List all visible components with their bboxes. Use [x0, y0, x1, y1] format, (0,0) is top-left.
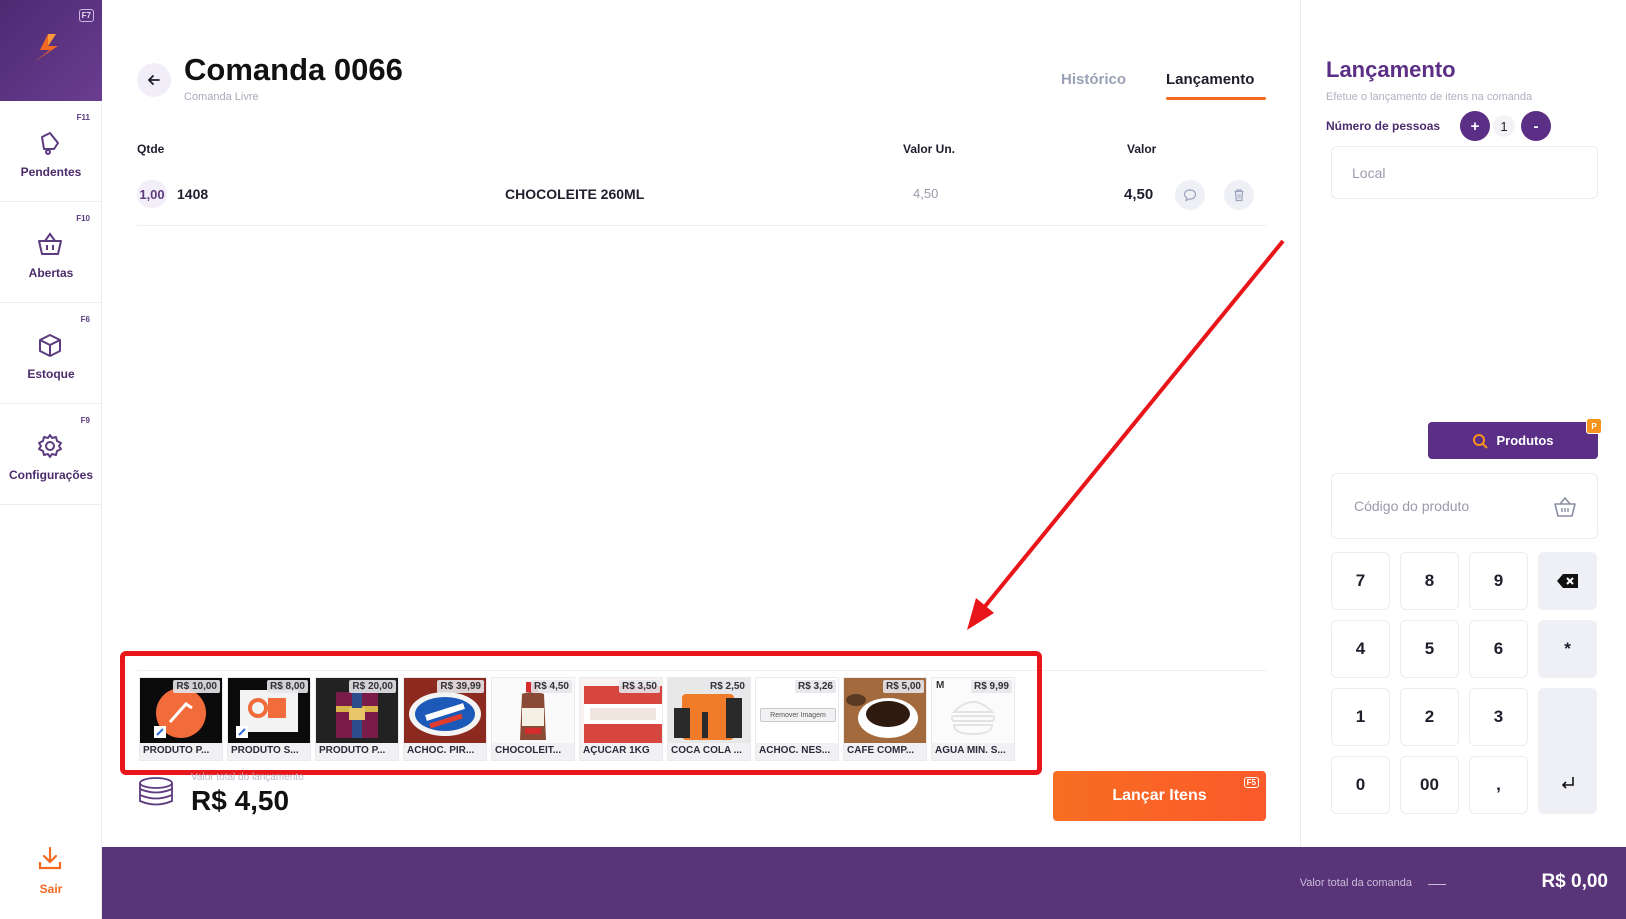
nav-label: Configurações: [8, 468, 93, 482]
keypad-5[interactable]: 5: [1400, 620, 1459, 678]
product-code-field[interactable]: Código do produto: [1331, 473, 1598, 539]
products-button[interactable]: Produtos P: [1428, 418, 1602, 459]
basket-icon[interactable]: [1553, 495, 1577, 519]
item-value: 4,50: [1124, 186, 1154, 203]
nav-abertas[interactable]: F10 Abertas: [0, 202, 102, 303]
launch-label: Lançar Itens: [1112, 787, 1207, 804]
shortcut-key: F6: [80, 315, 90, 324]
coins-icon: [139, 777, 173, 806]
enter-icon: [1561, 777, 1574, 789]
nav-label: Estoque: [27, 367, 75, 381]
people-label: Número de pessoas: [1326, 119, 1441, 133]
search-icon: [1473, 433, 1489, 449]
launch-items-button[interactable]: Lançar Itens F5: [1053, 771, 1266, 821]
gear-icon: [38, 434, 62, 458]
nav-configuracoes[interactable]: F9 Configurações: [0, 404, 102, 505]
arrow-left-icon: [147, 75, 160, 85]
keypad-1[interactable]: 1: [1331, 688, 1390, 746]
table-row[interactable]: 1,00 1408 CHOCOLEITE 260ML 4,50 4,50: [137, 172, 1267, 226]
panel-subtitle: Efetue o lançamento de itens na comanda: [1326, 91, 1533, 103]
annotation-highlight-box: [120, 651, 1042, 775]
shortcut-key: F10: [76, 214, 90, 223]
tab-lancamento[interactable]: Lançamento: [1166, 71, 1254, 88]
shortcut-key: F7: [78, 9, 94, 22]
column-header-value: Valor: [1127, 142, 1157, 156]
backspace-icon: [1556, 574, 1578, 588]
keypad-8[interactable]: 8: [1400, 552, 1459, 610]
decrease-people-button[interactable]: -: [1521, 111, 1551, 141]
nav-estoque[interactable]: F6 Estoque: [0, 303, 102, 404]
box-icon: [39, 334, 61, 357]
qty-badge[interactable]: 1,00: [137, 180, 167, 208]
total-label: Valor total do lançamento: [191, 772, 304, 783]
product-name: CHOCOLEITE 260ML: [505, 186, 645, 202]
comanda-total-value: R$ 0,00: [1541, 871, 1608, 892]
keypad-comma[interactable]: ,: [1469, 756, 1528, 814]
trash-icon: [1234, 189, 1244, 202]
keypad-7[interactable]: 7: [1331, 552, 1390, 610]
keypad-0[interactable]: 0: [1331, 756, 1390, 814]
people-count: 1: [1493, 115, 1515, 137]
keypad-6[interactable]: 6: [1469, 620, 1528, 678]
separator-dash: [1428, 884, 1446, 885]
active-tab-indicator: [1166, 97, 1266, 100]
keypad-00[interactable]: 00: [1400, 756, 1459, 814]
delete-item-button[interactable]: [1224, 180, 1254, 210]
products-button-label: Produtos: [1496, 433, 1554, 448]
shortcut-key: F11: [76, 113, 90, 122]
enter-key[interactable]: [1538, 688, 1597, 814]
shortcut-key: F5: [1243, 777, 1259, 788]
product-code: 1408: [177, 186, 209, 202]
keypad-3[interactable]: 3: [1469, 688, 1528, 746]
comanda-total-label: Valor total da comanda: [1299, 877, 1412, 889]
bell-icon: [41, 132, 59, 155]
keypad-4[interactable]: 4: [1331, 620, 1390, 678]
shortcut-key: F9: [80, 416, 90, 425]
local-field[interactable]: Local: [1331, 146, 1598, 199]
chat-icon: [1183, 189, 1197, 202]
keypad-2[interactable]: 2: [1400, 688, 1459, 746]
column-header-unit: Valor Un.: [903, 142, 956, 156]
keypad-multiply[interactable]: *: [1538, 620, 1597, 678]
increase-people-button[interactable]: +: [1460, 111, 1490, 141]
download-icon: [38, 846, 62, 870]
shortcut-key: P: [1586, 418, 1602, 434]
page-title: Comanda 0066: [184, 52, 403, 87]
back-button[interactable]: [137, 63, 171, 97]
sidebar: F7 F11 Pendentes F10 Abertas F6 Estoque …: [0, 0, 102, 919]
exit-label: Sair: [39, 882, 63, 896]
nav-label: Abertas: [28, 266, 74, 280]
keypad-9[interactable]: 9: [1469, 552, 1528, 610]
bottom-bar: Valor total da comanda R$ 0,00: [102, 847, 1626, 919]
page-subtitle: Comanda Livre: [184, 91, 259, 103]
unit-price: 4,50: [913, 186, 939, 201]
backspace-key[interactable]: [1538, 552, 1597, 610]
app-logo[interactable]: F7: [0, 0, 102, 101]
column-header-qty: Qtde: [137, 142, 165, 156]
logo-icon: [34, 34, 58, 62]
product-code-placeholder: Código do produto: [1354, 498, 1470, 514]
panel-title: Lançamento: [1326, 57, 1456, 82]
tab-historico[interactable]: Histórico: [1061, 71, 1126, 88]
nav-label: Pendentes: [20, 165, 82, 179]
basket-icon: [38, 232, 62, 255]
nav-pendentes[interactable]: F11 Pendentes: [0, 101, 102, 202]
comment-button[interactable]: [1175, 180, 1205, 210]
exit-button[interactable]: Sair: [0, 836, 102, 906]
total-value: R$ 4,50: [191, 785, 290, 816]
